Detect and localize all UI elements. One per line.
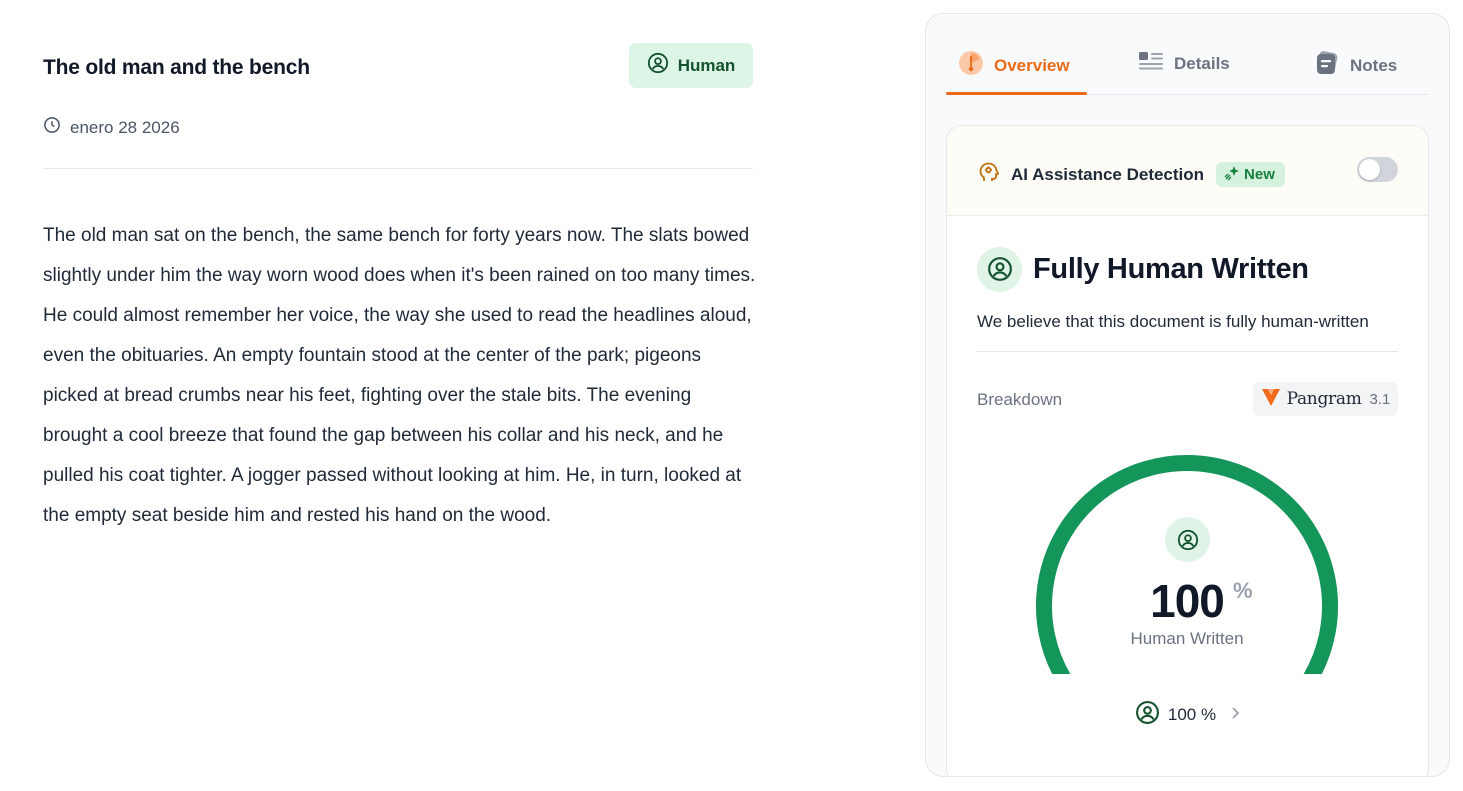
document-title: The old man and the bench (43, 56, 310, 79)
gauge-number: 100 (1150, 575, 1225, 627)
model-name: Pangram (1286, 389, 1362, 409)
document-header: The old man and the bench Human (43, 40, 753, 92)
pangram-logo-icon (1261, 387, 1281, 412)
gauge-unit: % (1233, 578, 1253, 603)
user-circle-icon (647, 52, 669, 79)
breakdown-label: Breakdown (977, 390, 1063, 409)
toggle-knob (1359, 159, 1380, 180)
model-version: 3.1 (1369, 390, 1391, 408)
detection-card: AI Assistance Detection New Fully Human … (946, 125, 1429, 776)
breakdown-row: Breakdown Pangram 3.1 (977, 382, 1398, 416)
ai-detection-header: AI Assistance Detection New (947, 126, 1428, 216)
human-stat-value: 100 % (1167, 705, 1217, 724)
date-text: enero 28 2026 (70, 117, 180, 137)
user-circle-icon (977, 246, 1022, 292)
divider (43, 168, 753, 169)
list-icon (1138, 50, 1164, 77)
chevron-right-icon (1230, 706, 1240, 725)
new-badge: New (1216, 162, 1285, 187)
user-circle-icon (1165, 517, 1210, 562)
tab-details-label: Details (1174, 53, 1230, 73)
human-stat-link[interactable]: 100 % (947, 700, 1428, 730)
tab-notes[interactable]: Notes (1314, 50, 1397, 81)
ai-detection-title-row: AI Assistance Detection New (977, 160, 1285, 189)
tab-details[interactable]: Details (1138, 50, 1230, 77)
ai-detection-toggle[interactable] (1357, 157, 1398, 182)
tab-notes-label: Notes (1350, 55, 1398, 75)
result-summary: Fully Human Written We believe that this… (977, 246, 1398, 352)
clock-icon (43, 116, 61, 139)
model-badge: Pangram 3.1 (1253, 382, 1398, 416)
analysis-panel: Overview Details Notes AI Assistance Det… (925, 13, 1450, 777)
notes-icon (1314, 50, 1340, 81)
document-body: The old man sat on the bench, the same b… (43, 225, 756, 526)
human-score-gauge: 100 % Human Written (1031, 454, 1343, 674)
gauge-icon (958, 50, 984, 81)
tab-overview[interactable]: Overview (958, 50, 1070, 81)
human-badge[interactable]: Human (629, 43, 753, 88)
gauge-label: Human Written (1130, 629, 1244, 648)
tab-bar: Overview Details Notes (946, 14, 1429, 95)
human-badge-label: Human (677, 55, 736, 75)
document-date: enero 28 2026 (43, 116, 180, 139)
brain-head-icon (977, 160, 1001, 189)
tab-overview-label: Overview (994, 55, 1070, 75)
sparkle-icon (1224, 165, 1240, 185)
ai-detection-title: AI Assistance Detection (1011, 164, 1205, 184)
result-title: Fully Human Written (1033, 252, 1309, 285)
result-description: We believe that this document is fully h… (977, 312, 1369, 331)
gauge-value: 100 % (1031, 574, 1343, 628)
new-badge-label: New (1244, 166, 1275, 183)
divider (977, 351, 1398, 352)
result-heading: Fully Human Written (977, 246, 1398, 292)
document-view: The old man and the bench Human enero 28… (43, 40, 755, 526)
active-tab-indicator (946, 92, 1087, 95)
user-circle-icon (1135, 700, 1160, 730)
